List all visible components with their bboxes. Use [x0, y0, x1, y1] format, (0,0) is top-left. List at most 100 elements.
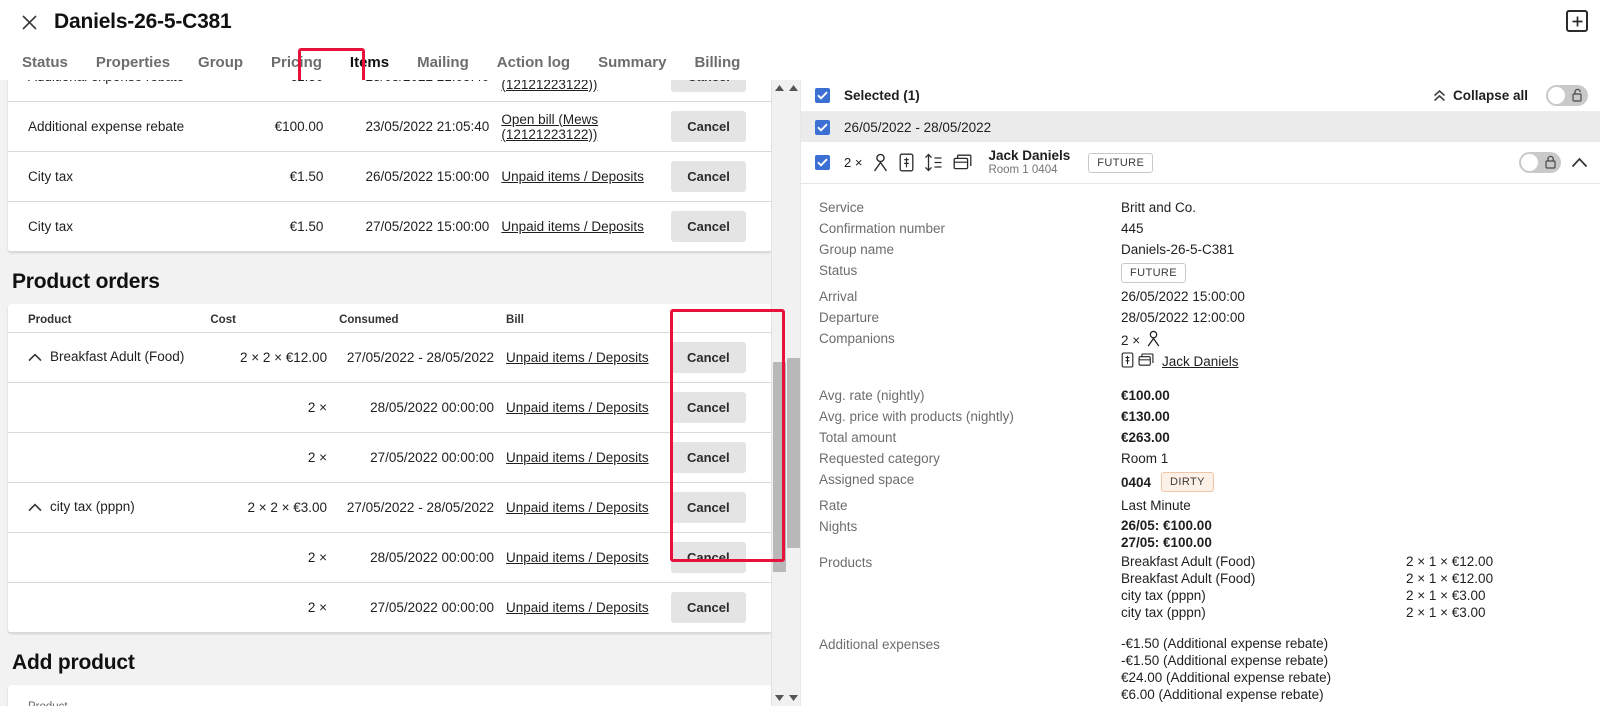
cell-cost: €1.50: [200, 151, 330, 202]
bill-link[interactable]: Unpaid items / Deposits: [506, 600, 649, 615]
collapse-all-label: Collapse all: [1452, 88, 1528, 103]
cancel-button[interactable]: Cancel: [671, 161, 746, 192]
right-scroll-down-arrow[interactable]: [786, 690, 801, 706]
selected-count-label: Selected (1): [844, 88, 920, 103]
cancel-button[interactable]: Cancel: [671, 80, 746, 92]
companion-link[interactable]: Jack Daniels: [1162, 354, 1239, 369]
lock-toggle-guest[interactable]: [1519, 152, 1561, 173]
col-bill: Bill: [500, 304, 665, 333]
guest-checkbox[interactable]: [815, 155, 830, 170]
product-line: city tax (pppn) 2 × 1 × €3.00: [1121, 587, 1493, 604]
guest-multiplier: 2 ×: [844, 155, 863, 170]
bill-link[interactable]: Unpaid items / Deposits: [506, 350, 649, 365]
night-line: 27/05: €100.00: [1121, 535, 1212, 550]
bill-document-icon[interactable]: [1121, 352, 1134, 371]
product-name: Breakfast Adult (Food): [1121, 554, 1256, 569]
tab-action-log[interactable]: Action log: [483, 48, 584, 77]
bill-link[interactable]: Unpaid items / Deposits: [506, 450, 649, 465]
product-name: Breakfast Adult (Food): [1121, 571, 1256, 586]
left-panel: Additional expense rebate€1.5023/05/2022…: [0, 80, 786, 706]
detail-row: Rate Last Minute: [819, 496, 1588, 515]
bill-document-icon[interactable]: [899, 153, 914, 172]
detail-key: Additional expenses: [819, 637, 940, 652]
cell-product: Additional expense rebate: [8, 80, 201, 102]
table-row: Additional expense rebate€1.5023/05/2022…: [8, 80, 772, 102]
bill-link[interactable]: Open bill (Mews (12121223122)): [501, 112, 598, 142]
bill-link[interactable]: Unpaid items / Deposits: [501, 219, 644, 234]
detail-value: 26/05/2022 15:00:00: [1121, 289, 1245, 304]
left-scrollbar[interactable]: [771, 80, 786, 706]
date-range-checkbox[interactable]: [815, 119, 830, 135]
cell-product: Additional expense rebate: [8, 101, 201, 152]
room-card-icon[interactable]: [1138, 352, 1154, 371]
tab-summary[interactable]: Summary: [584, 48, 680, 77]
right-panel-content: Selected (1) Collapse all 26/05/2022 - 2…: [801, 80, 1600, 706]
collapse-row-chevron-up-icon[interactable]: [28, 353, 42, 362]
tab-items[interactable]: Items: [336, 48, 403, 77]
cell-product: City tax: [8, 151, 201, 202]
select-all-checkbox[interactable]: [815, 88, 830, 103]
bill-link[interactable]: Unpaid items / Deposits: [506, 500, 649, 515]
table-row: 2 × 28/05/2022 00:00:00 Unpaid items / Dep…: [8, 532, 772, 583]
table-row: 2 × 27/05/2022 00:00:00 Unpaid items / Dep…: [8, 582, 772, 633]
room-card-icon[interactable]: [953, 154, 972, 172]
product-qty: 2 × 1 × €3.00: [1406, 588, 1486, 603]
bill-link[interactable]: Unpaid items / Deposits: [506, 550, 649, 565]
tab-pricing[interactable]: Pricing: [257, 48, 336, 77]
detail-key: Arrival: [819, 289, 858, 304]
detail-key: Group name: [819, 242, 895, 257]
guest-room: Room 1 0404: [988, 163, 1058, 176]
tab-group[interactable]: Group: [184, 48, 257, 77]
cancel-button[interactable]: Cancel: [671, 211, 746, 242]
close-icon[interactable]: [16, 9, 42, 35]
col-cost: Cost: [204, 304, 334, 333]
table-row: City tax €1.50 27/05/2022 15:00:00 Unpaid i…: [8, 201, 772, 252]
cell-product: city tax (pppn): [50, 499, 135, 515]
cancel-button[interactable]: Cancel: [671, 542, 746, 573]
cell-cost: €100.00: [200, 101, 330, 152]
adjust-height-icon[interactable]: [924, 153, 943, 172]
cancel-button[interactable]: Cancel: [671, 111, 746, 142]
bill-link[interactable]: Unpaid items / Deposits: [501, 169, 644, 184]
bill-link[interactable]: Unpaid items / Deposits: [506, 400, 649, 415]
right-scroll-up-arrow[interactable]: [786, 80, 801, 96]
product-name: city tax (pppn): [1121, 605, 1206, 620]
scroll-up-arrow[interactable]: [772, 80, 786, 96]
detail-row: Service Britt and Co.: [819, 198, 1588, 217]
tab-mailing[interactable]: Mailing: [403, 48, 483, 77]
tab-bar: Status Properties Group Pricing Items Ma…: [0, 44, 1600, 84]
scroll-down-arrow[interactable]: [772, 690, 786, 706]
right-scrollbar-thumb[interactable]: [787, 358, 800, 548]
person-icon[interactable]: [872, 153, 889, 172]
cancel-button[interactable]: Cancel: [671, 342, 746, 373]
right-scrollbar[interactable]: [786, 80, 801, 706]
bill-link[interactable]: Open bill (Mews (12121223122)): [501, 80, 598, 92]
left-scrollbar-thumb[interactable]: [773, 362, 786, 572]
cancel-button[interactable]: Cancel: [671, 492, 746, 523]
lock-toggle-all[interactable]: [1546, 85, 1588, 106]
cancel-button[interactable]: Cancel: [671, 592, 746, 623]
collapse-row-chevron-up-icon[interactable]: [28, 503, 42, 512]
detail-value: Room 1: [1121, 451, 1169, 466]
guest-status-badge: FUTURE: [1088, 152, 1154, 173]
cancel-button[interactable]: Cancel: [671, 392, 746, 423]
reservation-details: Service Britt and Co. Confirmation number 4…: [801, 184, 1600, 706]
cancel-button[interactable]: Cancel: [671, 442, 746, 473]
tab-billing[interactable]: Billing: [680, 48, 754, 77]
tab-status[interactable]: Status: [8, 48, 82, 77]
toggle-knob: [1548, 87, 1565, 104]
cell-cost: 2 ×: [204, 532, 334, 583]
collapse-all-button[interactable]: Collapse all: [1433, 88, 1528, 103]
detail-row: Arrival 26/05/2022 15:00:00: [819, 287, 1588, 306]
detail-row: Avg. rate (nightly) €100.00: [819, 386, 1588, 405]
table-row: city tax (pppn) 2 × 2 × €3.00 27/05/2022 -…: [8, 482, 772, 533]
detail-row: Avg. price with products (nightly) €130.0…: [819, 407, 1588, 426]
tab-properties[interactable]: Properties: [82, 48, 184, 77]
cell-cost: 2 ×: [204, 432, 334, 483]
collapse-guest-chevron-up-icon[interactable]: [1571, 157, 1588, 168]
add-square-icon[interactable]: [1566, 10, 1588, 32]
selected-row: Selected (1) Collapse all: [801, 80, 1600, 112]
product-line: Breakfast Adult (Food) 2 × 1 × €12.00: [1121, 553, 1493, 570]
left-scroll-content: Additional expense rebate€1.5023/05/2022…: [4, 80, 785, 706]
detail-key: Departure: [819, 310, 880, 325]
